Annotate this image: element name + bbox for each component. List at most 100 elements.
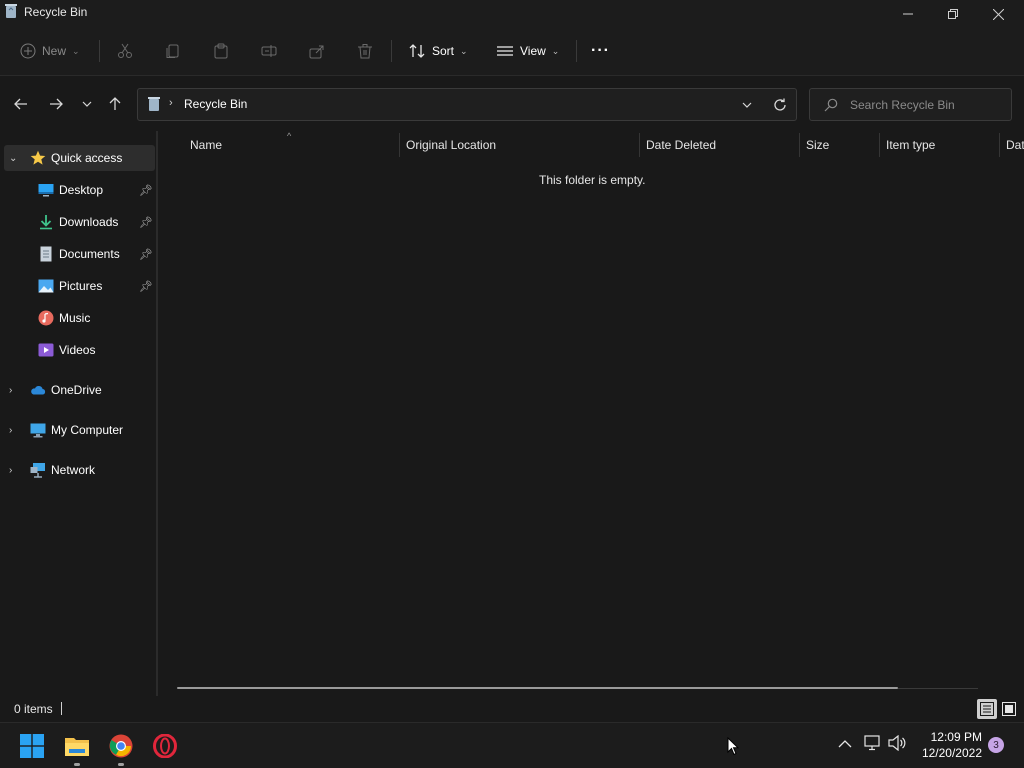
column-header-name[interactable]: Name <box>190 131 222 159</box>
sidebar-item-onedrive[interactable]: › OneDrive <box>4 377 155 403</box>
picture-icon <box>38 279 54 293</box>
column-header-original-location[interactable]: Original Location <box>406 131 496 159</box>
divider <box>99 40 100 62</box>
refresh-icon[interactable] <box>773 98 787 112</box>
sidebar-item-desktop[interactable]: Desktop 📌︎ <box>4 177 155 203</box>
up-button[interactable] <box>102 91 128 117</box>
column-header-size[interactable]: Size <box>806 131 829 159</box>
opera-icon <box>153 734 177 758</box>
chevron-right-icon[interactable]: › <box>9 465 12 476</box>
horizontal-scrollbar-thumb[interactable] <box>177 687 898 689</box>
chrome-icon <box>109 734 133 758</box>
star-icon <box>30 150 46 165</box>
minimize-icon <box>903 13 913 15</box>
sidebar-item-label: My Computer <box>51 423 124 437</box>
paste-button[interactable] <box>213 38 229 64</box>
rename-button[interactable] <box>261 38 277 64</box>
sort-icon <box>409 44 425 58</box>
column-header-date-deleted[interactable]: Date Deleted <box>646 131 716 159</box>
column-divider[interactable] <box>399 133 400 157</box>
music-icon <box>38 310 54 326</box>
search-box[interactable] <box>809 88 1012 121</box>
restore-icon <box>948 9 958 19</box>
sidebar-item-label: Videos <box>59 343 96 357</box>
cloud-icon <box>31 385 46 395</box>
notification-badge[interactable]: 3 <box>988 737 1004 753</box>
chevron-right-icon[interactable]: › <box>9 425 12 436</box>
volume-icon[interactable] <box>888 735 906 751</box>
pin-icon: 📌︎ <box>139 280 153 293</box>
column-divider[interactable] <box>639 133 640 157</box>
sidebar-item-label: Desktop <box>59 183 104 197</box>
show-hidden-icons-chevron-icon[interactable] <box>838 739 852 748</box>
details-view-button[interactable] <box>977 699 997 719</box>
chevron-down-icon[interactable]: ⌄ <box>9 153 17 164</box>
sidebar-item-videos[interactable]: Videos <box>4 337 155 363</box>
clock-time: 12:09 PM <box>930 730 982 744</box>
taskbar-file-explorer[interactable] <box>62 731 92 766</box>
cut-button[interactable] <box>117 38 133 64</box>
sidebar-item-downloads[interactable]: Downloads 📌︎ <box>4 209 155 235</box>
sidebar-item-label: OneDrive <box>51 383 102 397</box>
sidebar-item-music[interactable]: Music <box>4 305 155 331</box>
start-button[interactable] <box>17 731 47 761</box>
sidebar-item-quick-access[interactable]: ⌄ Quick access <box>4 145 155 171</box>
new-label: New <box>42 44 67 58</box>
taskbar-opera[interactable] <box>150 731 180 761</box>
address-bar[interactable]: › Recycle Bin <box>137 88 797 121</box>
taskbar-chrome[interactable] <box>106 731 136 766</box>
sidebar-item-my-computer[interactable]: › My Computer <box>4 417 155 443</box>
forward-button[interactable] <box>43 91 69 117</box>
empty-folder-message: This folder is empty. <box>539 173 646 187</box>
folder-icon <box>65 738 89 756</box>
windows-logo-icon <box>20 734 44 758</box>
restore-button[interactable] <box>930 0 976 28</box>
column-divider[interactable] <box>999 133 1000 157</box>
horizontal-scrollbar-track[interactable] <box>898 688 978 689</box>
address-history-chevron-icon[interactable] <box>742 102 752 108</box>
sidebar-item-label: Music <box>59 311 91 325</box>
paste-icon <box>214 43 228 59</box>
column-header-item-type[interactable]: Item type <box>886 131 935 159</box>
share-button[interactable] <box>309 38 325 64</box>
sidebar-item-pictures[interactable]: Pictures 📌︎ <box>4 273 155 299</box>
sort-ascending-icon: ^ <box>287 131 292 141</box>
large-icons-view-icon <box>1002 702 1016 716</box>
view-button[interactable]: View ⌄ <box>496 38 559 64</box>
sort-button[interactable]: Sort ⌄ <box>408 38 468 64</box>
network-icon <box>30 463 45 478</box>
breadcrumb-recycle-bin[interactable]: Recycle Bin <box>184 97 247 111</box>
pin-icon: 📌︎ <box>139 248 153 261</box>
more-options-button[interactable]: ··· <box>591 38 610 64</box>
title-bar: Recycle Bin <box>0 0 1024 26</box>
running-indicator <box>118 763 124 766</box>
column-header-date[interactable]: Dat <box>1006 131 1024 159</box>
chevron-down-icon: ⌄ <box>460 45 468 56</box>
desktop-icon <box>38 184 54 197</box>
close-button[interactable] <box>975 0 1021 28</box>
arrow-left-icon <box>14 98 27 110</box>
status-bar: 0 items <box>0 696 1024 722</box>
window-title: Recycle Bin <box>24 5 88 19</box>
minimize-button[interactable] <box>885 0 931 28</box>
chevron-right-icon[interactable]: › <box>9 385 12 396</box>
search-input[interactable] <box>850 96 1005 114</box>
rename-icon <box>261 45 277 57</box>
sidebar-item-documents[interactable]: Documents 📌︎ <box>4 241 155 267</box>
delete-button[interactable] <box>357 38 373 64</box>
sidebar-item-label: Downloads <box>59 215 119 229</box>
large-icons-view-button[interactable] <box>999 699 1019 719</box>
copy-button[interactable] <box>165 38 181 64</box>
command-bar: New ⌄ Sort ⌄ View ⌄ ··· <box>0 26 1024 76</box>
view-label: View <box>520 44 546 58</box>
sidebar-item-network[interactable]: › Network <box>4 457 155 483</box>
taskbar-clock[interactable]: 12:09 PM 12/20/2022 <box>918 729 982 761</box>
recent-locations-button[interactable] <box>74 91 100 117</box>
running-indicator <box>74 763 80 766</box>
new-button[interactable]: New ⌄ <box>20 38 80 64</box>
copy-icon <box>166 44 179 58</box>
network-status-icon[interactable] <box>864 735 882 751</box>
column-divider[interactable] <box>879 133 880 157</box>
back-button[interactable] <box>8 91 34 117</box>
column-divider[interactable] <box>799 133 800 157</box>
